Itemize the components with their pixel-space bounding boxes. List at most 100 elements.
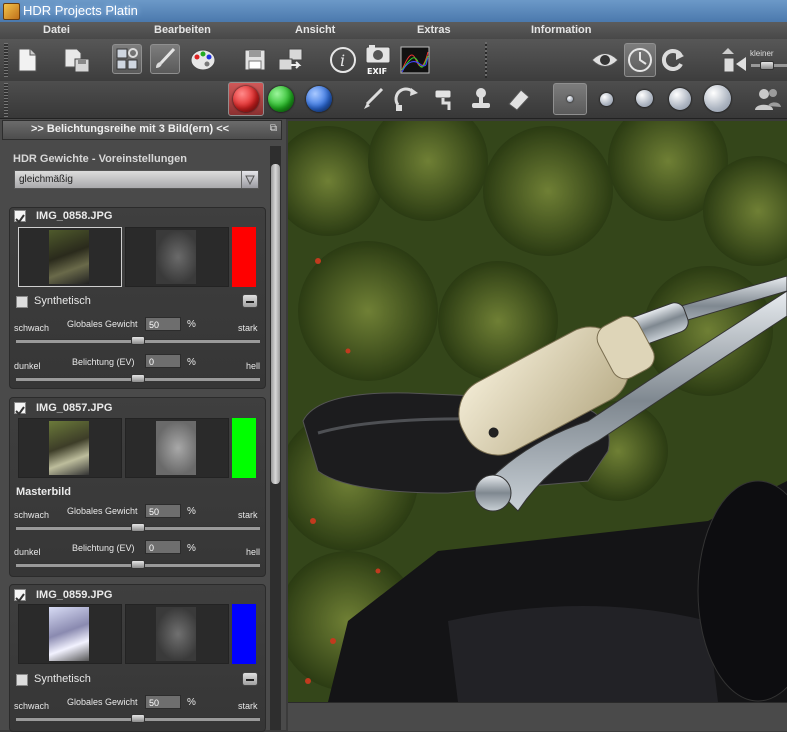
image-2-weight-input[interactable]: 50: [145, 504, 181, 518]
image-2-color-tag: [232, 418, 256, 478]
image-1-exposure-knob[interactable]: [131, 374, 145, 383]
image-1-name: IMG_0858.JPG: [36, 210, 113, 222]
image-3-collapse-button[interactable]: [242, 672, 258, 686]
image-2-weight-unit: %: [187, 506, 196, 517]
menu-information[interactable]: Information: [531, 24, 592, 36]
image-1-exposure-unit: %: [187, 357, 196, 368]
toolbar-grip[interactable]: [4, 43, 8, 77]
svg-text:i: i: [340, 51, 345, 70]
hdr-preview-image[interactable]: [288, 121, 787, 702]
menu-datei[interactable]: Datei: [43, 24, 70, 36]
palette-icon[interactable]: [188, 45, 218, 75]
image-1-exposure-input[interactable]: 0: [145, 354, 181, 368]
panel-scroll-thumb[interactable]: [271, 164, 280, 484]
brush-size-5[interactable]: [704, 85, 731, 112]
image-3-synthetic-checkbox[interactable]: [16, 674, 28, 686]
image-1-exposure-label: Belichtung (EV): [72, 357, 135, 367]
image-1-color-tag: [232, 227, 256, 287]
blue-channel-button[interactable]: [306, 86, 332, 112]
image-3-name: IMG_0859.JPG: [36, 589, 113, 601]
preset-value: gleichmäßig: [19, 174, 73, 185]
image-1-exposure-left: dunkel: [14, 361, 41, 371]
panel-header: >> Belichtungsreihe mit 3 Bild(ern) << ⧉: [2, 120, 282, 140]
toolbar-grip[interactable]: [4, 83, 8, 117]
redo-brush-icon[interactable]: [392, 84, 422, 114]
image-1-weightmap: [125, 227, 229, 287]
green-channel-button[interactable]: [268, 86, 294, 112]
preview-status-strip: [288, 702, 787, 731]
preset-select[interactable]: gleichmäßig: [14, 170, 259, 189]
zoom-out-icon[interactable]: [720, 45, 750, 75]
image-2-weight-left: schwach: [14, 510, 50, 520]
menu-bearbeiten[interactable]: Bearbeiten: [154, 24, 211, 36]
image-3-weight-left: schwach: [14, 701, 50, 711]
export-icon[interactable]: [276, 45, 306, 75]
menu-ansicht[interactable]: Ansicht: [295, 24, 335, 36]
brush-icon[interactable]: [150, 44, 180, 74]
eraser-icon[interactable]: [504, 84, 534, 114]
exif-camera-icon[interactable]: EXIF: [363, 44, 393, 75]
menu-extras[interactable]: Extras: [417, 24, 451, 36]
image-2-exposure-label: Belichtung (EV): [72, 543, 135, 553]
image-3-weight-input[interactable]: 50: [145, 695, 181, 709]
image-2-weight-knob[interactable]: [131, 523, 145, 532]
image-1-weight-knob[interactable]: [131, 336, 145, 345]
image-2-name: IMG_0857.JPG: [36, 402, 113, 414]
color-tag-fill: [232, 604, 256, 664]
title-bar: HDR Projects Platin: [0, 0, 787, 23]
image-1-weight-left: schwach: [14, 323, 50, 333]
stamp-icon[interactable]: [466, 84, 496, 114]
image-2-weight-label: Globales Gewicht: [67, 506, 138, 516]
new-document-icon[interactable]: [12, 45, 42, 75]
pen-icon[interactable]: [358, 84, 388, 114]
image-3-weight-right: stark: [238, 701, 258, 711]
zoom-label: kleiner: [750, 49, 774, 58]
info-icon[interactable]: i: [328, 45, 358, 75]
image-2-thumbnail[interactable]: [18, 418, 122, 478]
color-tag-fill: [232, 227, 256, 287]
brush-size-4[interactable]: [669, 88, 691, 110]
image-2-checkbox[interactable]: [14, 402, 26, 416]
image-2-exposure-right: hell: [246, 547, 261, 557]
image-1-weightmap-picture: [156, 230, 196, 284]
image-2-weightmap: [125, 418, 229, 478]
brush-size-1[interactable]: [553, 83, 587, 115]
save-icon[interactable]: [240, 45, 270, 75]
image-1-thumbnail[interactable]: [18, 227, 122, 287]
image-2-exposure-unit: %: [187, 543, 196, 554]
image-3-checkbox[interactable]: [14, 589, 26, 603]
menu-bar: [0, 22, 787, 39]
image-1-weight-right: stark: [238, 323, 258, 333]
histogram-icon[interactable]: [400, 45, 430, 75]
image-1-synthetic-checkbox[interactable]: [16, 296, 28, 308]
image-1-collapse-button[interactable]: [242, 294, 258, 308]
eraser-roller-icon[interactable]: [430, 84, 460, 114]
image-1-checkbox[interactable]: [14, 210, 26, 224]
exif-label: EXIF: [367, 67, 387, 75]
eye-icon[interactable]: [590, 45, 620, 75]
red-channel-button[interactable]: [228, 82, 264, 116]
brush-size-3[interactable]: [636, 90, 653, 107]
image-2-exposure-knob[interactable]: [131, 560, 145, 569]
brush-size-2[interactable]: [600, 93, 613, 106]
zoom-slider-knob[interactable]: [760, 61, 774, 70]
layers-icon[interactable]: [112, 44, 142, 74]
chevron-down-icon[interactable]: [241, 171, 258, 188]
undock-icon[interactable]: ⧉: [270, 123, 277, 134]
save-as-icon[interactable]: [62, 45, 92, 75]
image-3-thumbnail[interactable]: [18, 604, 122, 664]
image-1-synthetic-label: Synthetisch: [34, 295, 91, 307]
image-3-color-tag: [232, 604, 256, 664]
image-3-weight-knob[interactable]: [131, 714, 145, 723]
red-color-swatch: [233, 86, 259, 112]
image-1-weight-label: Globales Gewicht: [67, 319, 138, 329]
auto-align-icon[interactable]: [624, 43, 656, 77]
redo-icon[interactable]: [658, 45, 688, 75]
image-3-weightmap-picture: [156, 607, 196, 661]
image-3-thumb-picture: [49, 607, 89, 661]
image-2-exposure-input[interactable]: 0: [145, 540, 181, 554]
image-1-weight-input[interactable]: 50: [145, 317, 181, 331]
color-tag-fill: [232, 418, 256, 478]
image-3-weightmap: [125, 604, 229, 664]
users-icon[interactable]: [752, 84, 782, 114]
